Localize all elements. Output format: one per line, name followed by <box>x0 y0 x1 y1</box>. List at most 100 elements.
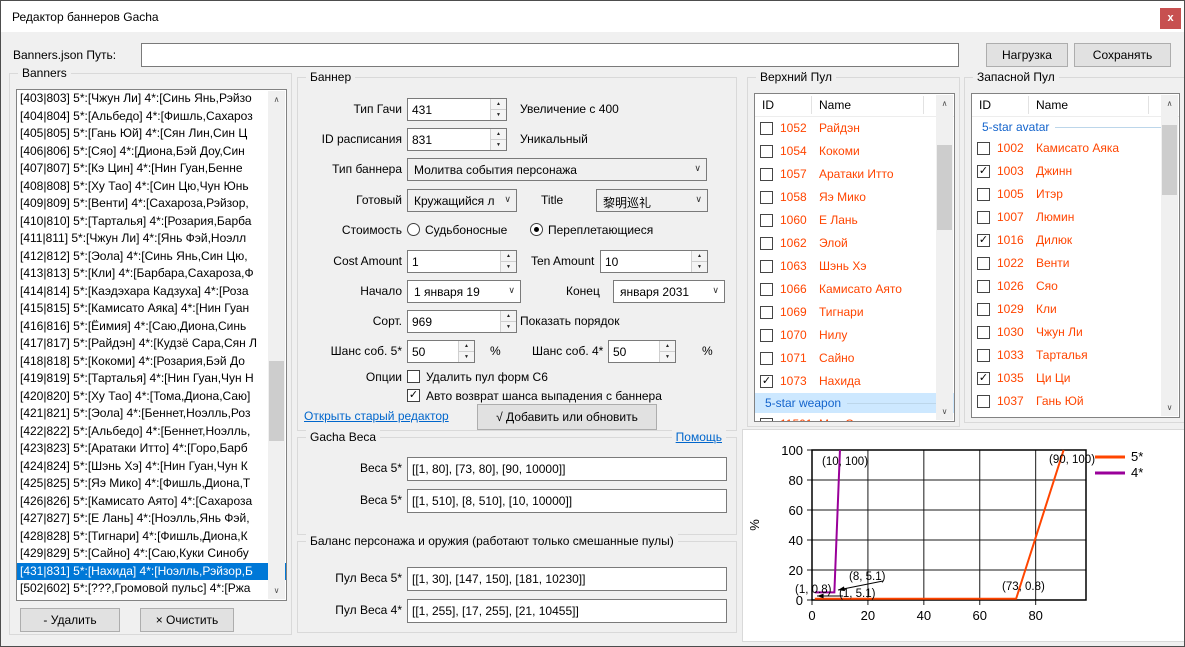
checkbox-unchecked[interactable] <box>977 326 990 339</box>
banner-list-item[interactable]: [403|803] 5*:[Чжун Ли] 4*:[Синь Янь,Рэйз… <box>17 90 286 108</box>
checkbox-unchecked[interactable] <box>977 188 990 201</box>
checkbox-unchecked[interactable] <box>760 122 773 135</box>
checkbox-unchecked[interactable] <box>760 168 773 181</box>
checkbox-unchecked[interactable] <box>760 329 773 342</box>
old-editor-link[interactable]: Открыть старый редактор <box>304 409 449 423</box>
gacha-type-value[interactable]: 431 <box>408 99 490 120</box>
checkbox-unchecked[interactable] <box>977 303 990 316</box>
banner-list-item[interactable]: [411|811] 5*:[Чжун Ли] 4*:[Янь Фэй,Ноэлл <box>17 230 286 248</box>
banner-list-item[interactable]: [409|809] 5*:[Венти] 4*:[Сахароза,Рэйзор… <box>17 195 286 213</box>
spin-up-icon[interactable]: ▲ <box>501 251 516 262</box>
banner-list-item[interactable]: [406|806] 5*:[Сяо] 4*:[Диона,Бэй Доу,Син <box>17 143 286 161</box>
radio-intertwined-label[interactable]: Переплетающиеся <box>548 223 653 237</box>
banners-list[interactable]: [403|803] 5*:[Чжун Ли] 4*:[Синь Янь,Рэйз… <box>16 89 287 601</box>
scroll-down-icon[interactable]: ∨ <box>268 582 285 599</box>
pool-row[interactable]: 1033Тарталья <box>972 344 1179 367</box>
chance5-value[interactable]: 50 <box>408 341 458 362</box>
chance4-value[interactable]: 50 <box>609 341 659 362</box>
checkbox-unchecked[interactable] <box>760 418 773 422</box>
chance5-spinner[interactable]: 50 ▲▼ <box>407 340 475 363</box>
checkbox-unchecked[interactable] <box>977 257 990 270</box>
pool-row[interactable]: 1038Альбедо <box>972 413 1179 418</box>
banner-list-item[interactable]: [412|812] 5*:[Эола] 4*:[Синь Янь,Син Цю, <box>17 248 286 266</box>
banner-list-item[interactable]: [407|807] 5*:[Кэ Цин] 4*:[Нин Гуан,Бенне <box>17 160 286 178</box>
pool-row[interactable]: 1002Камисато Аяка <box>972 137 1179 160</box>
checkbox-unchecked[interactable] <box>977 211 990 224</box>
pool-row[interactable]: ✓1016Дилюк <box>972 229 1179 252</box>
checkbox-unchecked[interactable] <box>760 214 773 227</box>
checkbox-unchecked[interactable] <box>760 145 773 158</box>
pool-row[interactable]: 1054Кокоми <box>755 140 954 163</box>
checkbox-unchecked[interactable] <box>977 395 990 408</box>
banner-list-item[interactable]: [415|815] 5*:[Камисато Аяка] 4*:[Нин Гуа… <box>17 300 286 318</box>
banner-list-item[interactable]: [413|813] 5*:[Кли] 4*:[Барбара,Сахароза,… <box>17 265 286 283</box>
reserve-pool-scrollbar[interactable]: ∧ ∨ <box>1161 95 1178 416</box>
banner-list-item[interactable]: [431|831] 5*:[Нахида] 4*:[Ноэлль,Рэйзор,… <box>17 563 286 581</box>
close-button[interactable]: x <box>1160 8 1181 29</box>
pool-weights5-input[interactable]: [[1, 30], [147, 150], [181, 10230]] <box>407 567 727 591</box>
ten-amount-spinner[interactable]: 10 ▲▼ <box>600 250 708 273</box>
checkbox-checked[interactable]: ✓ <box>977 165 990 178</box>
spin-down-icon[interactable]: ▼ <box>692 262 707 272</box>
pool-row[interactable]: 1026Сяо <box>972 275 1179 298</box>
spin-down-icon[interactable]: ▼ <box>491 110 506 120</box>
spin-down-icon[interactable]: ▼ <box>501 262 516 272</box>
pool-weights4-input[interactable]: [[1, 255], [17, 255], [21, 10455]] <box>407 599 727 623</box>
chance4-spinner[interactable]: 50 ▲▼ <box>608 340 676 363</box>
banner-list-item[interactable]: [426|826] 5*:[Камисато Аято] 4*:[Сахароз… <box>17 493 286 511</box>
pool-row[interactable]: 11501Меч Сокола <box>755 413 954 422</box>
add-update-button[interactable]: √ Добавить или обновить <box>477 404 657 430</box>
sort-value[interactable]: 969 <box>408 311 500 332</box>
spin-down-icon[interactable]: ▼ <box>459 352 474 362</box>
banner-list-item[interactable]: [423|823] 5*:[Аратаки Итто] 4*:[Горо,Бар… <box>17 440 286 458</box>
gacha-type-spinner[interactable]: 431 ▲▼ <box>407 98 507 121</box>
auto-return-checkbox[interactable]: ✓ <box>407 389 420 402</box>
schedule-id-value[interactable]: 831 <box>408 129 490 150</box>
banner-list-item[interactable]: [417|817] 5*:[Райдэн] 4*:[Кудзё Сара,Сян… <box>17 335 286 353</box>
banner-list-item[interactable]: [421|821] 5*:[Эола] 4*:[Беннет,Ноэлль,Ро… <box>17 405 286 423</box>
checkbox-unchecked[interactable] <box>760 283 773 296</box>
banner-list-item[interactable]: [410|810] 5*:[Тарталья] 4*:[Розария,Барб… <box>17 213 286 231</box>
scroll-up-icon[interactable]: ∧ <box>268 91 285 108</box>
scroll-down-icon[interactable]: ∨ <box>936 403 953 420</box>
spin-down-icon[interactable]: ▼ <box>660 352 675 362</box>
banner-list-item[interactable]: [422|822] 5*:[Альбедо] 4*:[Беннет,Ноэлль… <box>17 423 286 441</box>
radio-fate-label[interactable]: Судьбоносные <box>425 223 507 237</box>
spin-up-icon[interactable]: ▲ <box>459 341 474 352</box>
end-date-picker[interactable]: января 2031 ∨ <box>613 280 725 303</box>
cost-amount-spinner[interactable]: 1 ▲▼ <box>407 250 517 273</box>
pool-row[interactable]: 1029Кли <box>972 298 1179 321</box>
banner-list-item[interactable]: [425|825] 5*:[Яэ Мико] 4*:[Фишль,Диона,Т <box>17 475 286 493</box>
weights4-input[interactable]: [[1, 510], [8, 510], [10, 10000]] <box>407 489 727 513</box>
start-date-picker[interactable]: 1 января 19 ∨ <box>407 280 521 303</box>
pool-row[interactable]: 1062Элой <box>755 232 954 255</box>
spin-up-icon[interactable]: ▲ <box>491 99 506 110</box>
upper-pool-scrollbar[interactable]: ∧ ∨ <box>936 95 953 420</box>
pool-row[interactable]: 1022Венти <box>972 252 1179 275</box>
banner-list-item[interactable]: [427|827] 5*:[Е Лань] 4*:[Ноэлль,Янь Фэй… <box>17 510 286 528</box>
spin-up-icon[interactable]: ▲ <box>501 311 516 322</box>
banner-list-item[interactable]: [420|820] 5*:[Ху Тао] 4*:[Тома,Диона,Саю… <box>17 388 286 406</box>
pool-row[interactable]: 1063Шэнь Хэ <box>755 255 954 278</box>
scroll-thumb[interactable] <box>937 145 952 230</box>
spin-down-icon[interactable]: ▼ <box>491 140 506 150</box>
load-button[interactable]: Нагрузка <box>986 43 1068 67</box>
clear-banner-button[interactable]: × Очистить <box>140 608 234 632</box>
checkbox-unchecked[interactable] <box>760 237 773 250</box>
pool-row[interactable]: 1007Люмин <box>972 206 1179 229</box>
scroll-up-icon[interactable]: ∧ <box>1161 95 1178 112</box>
pool-row[interactable]: 1070Нилу <box>755 324 954 347</box>
scroll-down-icon[interactable]: ∨ <box>1161 399 1178 416</box>
remove-c6-checkbox[interactable] <box>407 370 420 383</box>
checkbox-unchecked[interactable] <box>760 352 773 365</box>
pool-row[interactable]: 1060Е Лань <box>755 209 954 232</box>
spin-up-icon[interactable]: ▲ <box>692 251 707 262</box>
checkbox-unchecked[interactable] <box>977 349 990 362</box>
pool-row[interactable]: 1066Камисато Аято <box>755 278 954 301</box>
radio-intertwined[interactable] <box>530 223 543 236</box>
banner-list-item[interactable]: [414|814] 5*:[Каэдэхара Кадзуха] 4*:[Роз… <box>17 283 286 301</box>
auto-return-label[interactable]: Авто возврат шанса выпадения с баннера <box>426 389 662 403</box>
pool-row[interactable]: ✓1003Джинн <box>972 160 1179 183</box>
prefab-select[interactable]: Кружащийся л ∨ <box>407 189 517 212</box>
pool-row[interactable]: 1057Аратаки Итто <box>755 163 954 186</box>
